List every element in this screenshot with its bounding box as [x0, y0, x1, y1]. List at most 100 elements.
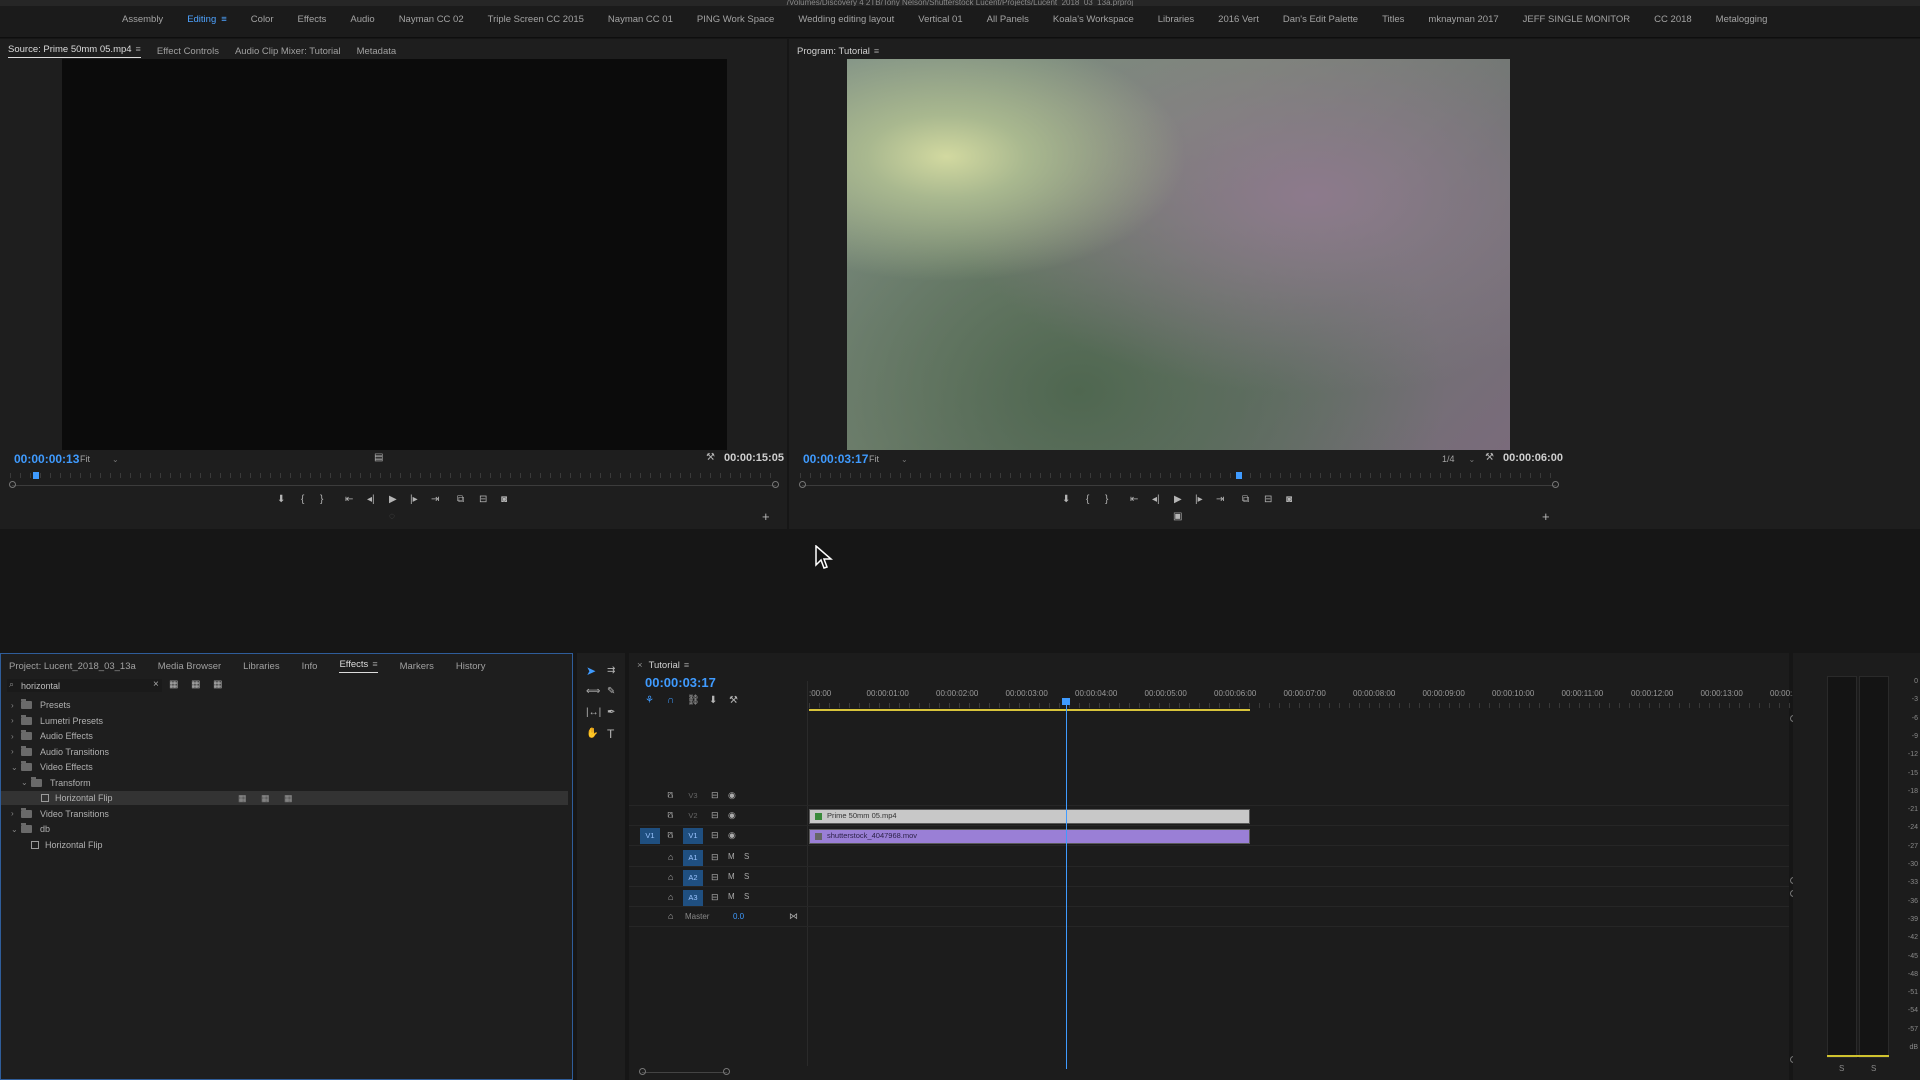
program-resolution-dropdown[interactable]: 1/4 ⌄: [1442, 454, 1475, 464]
effects-folder[interactable]: ⌄ Transform: [1, 776, 571, 790]
chevron-right-icon[interactable]: ›: [11, 732, 21, 741]
workspace-menu-icon[interactable]: ≡: [221, 14, 227, 25]
track-select-tool-icon[interactable]: ⇉: [607, 665, 615, 677]
effects-folder[interactable]: › Audio Effects: [1, 729, 571, 743]
effects-folder[interactable]: ⌄ db: [1, 822, 571, 836]
tab-program[interactable]: Program: Tutorial ≡: [797, 46, 879, 57]
scroll-handle[interactable]: [723, 1068, 730, 1075]
workspace-tab-2016-vert[interactable]: 2016 Vert: [1206, 14, 1271, 28]
source-zoom-bar[interactable]: [12, 485, 776, 486]
track-target-v1[interactable]: V1: [683, 828, 703, 844]
slip-tool-icon[interactable]: |↔|: [586, 707, 601, 719]
nest-icon[interactable]: ⚘: [645, 695, 654, 707]
lock-icon[interactable]: ⌂: [668, 852, 673, 862]
workspace-tab-dan-s-edit-palette[interactable]: Dan's Edit Palette: [1271, 14, 1370, 28]
play-icon[interactable]: ▶: [1174, 494, 1182, 506]
timeline-clip[interactable]: shutterstock_4047968.mov: [809, 829, 1251, 844]
lock-icon[interactable]: ⌂: [668, 872, 673, 882]
comparison-view-icon[interactable]: ▣: [1173, 511, 1182, 523]
timeline-timecode[interactable]: 00:00:03:17: [645, 675, 716, 690]
solo-button[interactable]: S: [744, 892, 749, 901]
add-marker-icon[interactable]: ⬇: [709, 695, 717, 707]
add-marker-icon[interactable]: ⬇: [1062, 494, 1070, 506]
mark-in-icon[interactable]: {: [1086, 494, 1089, 506]
chevron-down-icon[interactable]: ⌄: [11, 763, 21, 772]
selection-tool-icon[interactable]: ➤: [586, 665, 596, 677]
32bit-effects-icon[interactable]: ▦: [191, 679, 200, 691]
chevron-right-icon[interactable]: ›: [11, 701, 21, 710]
go-to-out-icon[interactable]: ⇥: [431, 494, 439, 506]
tab-sequence[interactable]: Tutorial ≡: [649, 660, 690, 671]
hand-tool-icon[interactable]: ✋: [586, 728, 598, 740]
lock-icon[interactable]: ⌂: [668, 790, 673, 800]
chevron-down-icon[interactable]: ⌄: [11, 825, 21, 834]
workspace-tab-koala-s-workspace[interactable]: Koala's Workspace: [1041, 14, 1146, 28]
tab-markers[interactable]: Markers: [400, 661, 434, 672]
track-target-v3[interactable]: V3: [683, 788, 703, 804]
workspace-tab-triple-screen-cc-2015[interactable]: Triple Screen CC 2015: [476, 14, 596, 28]
close-sequence-icon[interactable]: ×: [637, 660, 643, 671]
effects-folder[interactable]: › Video Transitions: [1, 807, 571, 821]
workspace-tab-libraries[interactable]: Libraries: [1146, 14, 1206, 28]
button-editor-add-icon[interactable]: +: [762, 510, 770, 523]
master-end-icon[interactable]: ⋈: [789, 911, 798, 922]
eye-icon[interactable]: ◉: [728, 830, 736, 841]
tab-project[interactable]: Project: Lucent_2018_03_13a: [9, 661, 136, 672]
sync-lock-icon[interactable]: ⊟: [711, 892, 719, 903]
mute-button[interactable]: M: [728, 852, 735, 861]
insert-icon[interactable]: ⧉: [457, 494, 464, 506]
export-frame-icon[interactable]: ◙: [1286, 494, 1292, 506]
source-timecode[interactable]: 00:00:00:13: [14, 452, 79, 466]
workspace-tab-titles[interactable]: Titles: [1370, 14, 1416, 28]
timeline-playhead[interactable]: [1066, 701, 1068, 1069]
search-input[interactable]: [21, 679, 146, 692]
effects-folder[interactable]: ⌄ Video Effects: [1, 760, 571, 774]
track-target-a2[interactable]: A2: [683, 870, 703, 886]
ripple-edit-tool-icon[interactable]: ⟺: [586, 686, 600, 698]
step-forward-icon[interactable]: |▸: [1195, 494, 1203, 506]
workspace-tab-mknayman-2017[interactable]: mknayman 2017: [1416, 14, 1510, 28]
program-zoom-bar[interactable]: [802, 485, 1556, 486]
workspace-tab-nayman-cc-02[interactable]: Nayman CC 02: [387, 14, 476, 28]
workspace-tab-nayman-cc-01[interactable]: Nayman CC 01: [596, 14, 685, 28]
snap-icon[interactable]: ∩: [667, 695, 674, 707]
mark-in-icon[interactable]: {: [301, 494, 304, 506]
tab-history[interactable]: History: [456, 661, 486, 672]
razor-tool-icon[interactable]: ✎: [607, 686, 615, 698]
sync-lock-icon[interactable]: ⊟: [711, 830, 719, 841]
timeline-hscroll[interactable]: [642, 1072, 727, 1073]
track-target-v2[interactable]: V2: [683, 808, 703, 824]
solo-button[interactable]: S: [744, 872, 749, 881]
effects-folder[interactable]: › Lumetri Presets: [1, 714, 571, 728]
program-time-ruler[interactable]: [800, 473, 1556, 478]
source-fit-dropdown[interactable]: Fit ⌄: [80, 454, 119, 464]
solo-left-button[interactable]: S: [1839, 1064, 1844, 1073]
workspace-tab-audio[interactable]: Audio: [338, 14, 386, 28]
lock-icon[interactable]: ⌂: [668, 911, 673, 921]
workspace-tab-assembly[interactable]: Assembly: [110, 14, 175, 28]
workspace-tab-jeff-single-monitor[interactable]: JEFF SINGLE MONITOR: [1511, 14, 1643, 28]
step-forward-icon[interactable]: |▸: [410, 494, 418, 506]
zoom-handle-left[interactable]: [9, 481, 16, 488]
step-back-icon[interactable]: ◂|: [1152, 494, 1160, 506]
source-time-ruler[interactable]: [10, 473, 776, 478]
effects-item[interactable]: Horizontal Flip ▦ ▦ ▦: [1, 791, 568, 805]
zoom-handle-right[interactable]: [772, 481, 779, 488]
linked-selection-icon[interactable]: ⛓: [687, 695, 700, 707]
play-icon[interactable]: ▶: [389, 494, 397, 506]
panel-menu-icon[interactable]: ≡: [136, 44, 141, 54]
scroll-handle[interactable]: [639, 1068, 646, 1075]
export-frame-icon[interactable]: ◙: [501, 494, 507, 506]
step-back-icon[interactable]: ◂|: [367, 494, 375, 506]
mark-out-icon[interactable]: }: [320, 494, 323, 506]
button-editor-add-icon[interactable]: +: [1542, 510, 1550, 523]
solo-right-button[interactable]: S: [1871, 1064, 1876, 1073]
playhead-handle[interactable]: [1062, 698, 1071, 705]
program-timecode[interactable]: 00:00:03:17: [803, 452, 868, 466]
source-patch-v1[interactable]: V1: [640, 828, 660, 844]
source-wrench-icon[interactable]: ⚒: [706, 452, 715, 464]
tab-media-browser[interactable]: Media Browser: [158, 661, 221, 672]
workspace-tab-ping-work-space[interactable]: PING Work Space: [685, 14, 786, 28]
workspace-tab-color[interactable]: Color: [239, 14, 286, 28]
lift-icon[interactable]: ⧉: [1242, 494, 1249, 506]
